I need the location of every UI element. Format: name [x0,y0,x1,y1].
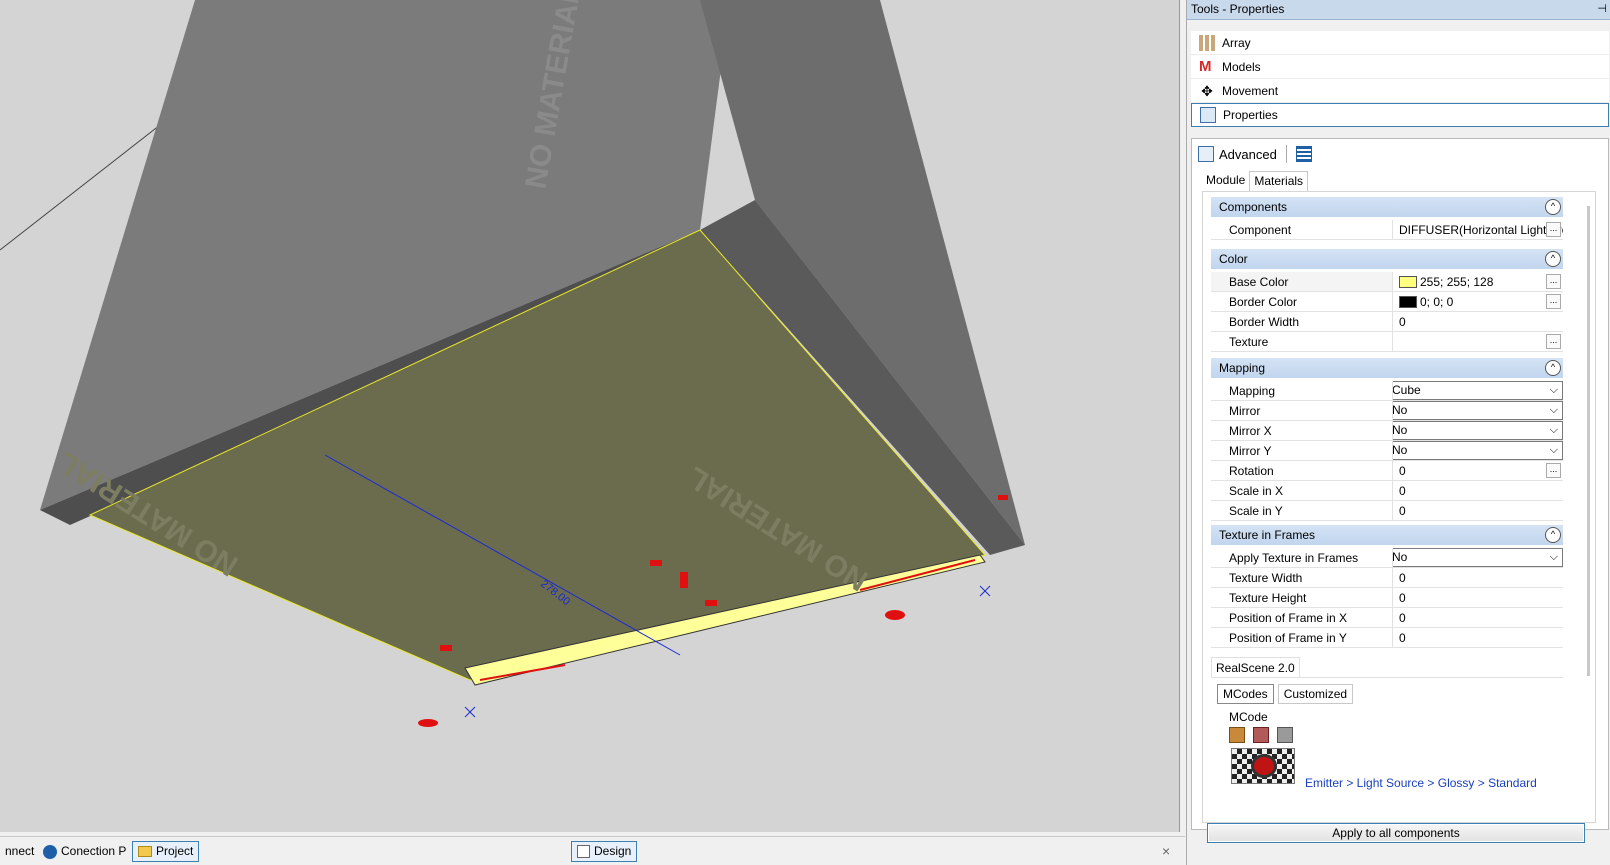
property-row-border-color[interactable]: Border Color 0; 0; 0 ... [1211,292,1563,312]
chevron-down-icon: ⌵ [1549,444,1558,456]
realscene-box: MCodes Customized MCode Emitter > Light … [1211,677,1563,817]
handle-6 [418,719,438,727]
property-row-rotation[interactable]: Rotation 0 ... [1211,461,1563,481]
property-row-frame-x[interactable]: Position of Frame in X 0 [1211,608,1563,628]
toolbar-divider [1285,145,1287,163]
tools-properties-panel: Tools - Properties ⊣ Array M Models ✥ Mo… [1186,0,1610,865]
mcode-toolbar [1229,727,1293,743]
close-icon[interactable]: × [1162,843,1170,859]
mcode-path-link[interactable]: Emitter > Light Source > Glossy > Standa… [1305,776,1537,790]
property-row-border-width[interactable]: Border Width 0 [1211,312,1563,332]
handle-1 [650,560,662,566]
tab-connect[interactable]: nnect [0,841,39,862]
clear-mcode-icon[interactable] [1277,727,1293,743]
scene-canvas[interactable]: 278.00 NO MATERIAL NO MATERIAL NO MATERI… [0,0,1180,832]
property-row-scale-y[interactable]: Scale in Y 0 [1211,501,1563,521]
realscene-tab[interactable]: RealScene 2.0 [1211,657,1300,678]
panel-title-bar: Tools - Properties ⊣ [1187,0,1610,20]
component-value: DIFFUSER(Horizontal Light Profi [1399,223,1563,237]
property-subtabs: Module Materials [1202,171,1309,191]
tab-materials[interactable]: Materials [1249,171,1309,191]
models-icon: M [1199,57,1212,75]
mcode-tabs: MCodes Customized [1217,684,1354,704]
list-view-icon[interactable] [1295,146,1312,162]
ellipsis-button[interactable]: ... [1546,222,1561,237]
connection-icon [43,844,57,859]
mirror-x-select[interactable]: No ⌵ [1393,421,1563,440]
mcode-label: MCode [1229,710,1268,724]
tab-module[interactable]: Module [1202,171,1249,191]
property-row-texture-height[interactable]: Texture Height 0 [1211,588,1563,608]
tab-customized[interactable]: Customized [1277,684,1354,704]
property-row-mapping[interactable]: Mapping Cube ⌵ [1211,381,1563,401]
remove-mcode-icon[interactable] [1253,727,1269,743]
advanced-icon [1198,146,1214,162]
nav-item-properties[interactable]: Properties [1191,103,1609,127]
property-row-mirror-y[interactable]: Mirror Y No ⌵ [1211,441,1563,461]
category-color[interactable]: Color ^ [1211,249,1563,269]
add-mcode-icon[interactable] [1229,727,1245,743]
design-icon [577,845,590,858]
array-icon [1199,34,1215,51]
properties-icon [1200,107,1216,123]
movement-icon: ✥ [1201,82,1213,99]
base-color-swatch [1399,276,1417,288]
category-texture-in-frames[interactable]: Texture in Frames ^ [1211,525,1563,545]
handle-5 [885,610,905,620]
bottom-tab-bar: nnect Conection P Project Design × [0,836,1185,864]
property-row-frame-y[interactable]: Position of Frame in Y 0 [1211,628,1563,648]
nav-item-array[interactable]: Array [1191,31,1609,55]
chevron-down-icon: ⌵ [1549,384,1558,396]
property-grid-container: Components ^ Component DIFFUSER(Horizont… [1202,191,1596,823]
tab-design[interactable]: Design [571,841,638,862]
apply-texture-select[interactable]: No ⌵ [1393,548,1563,567]
chevron-down-icon: ⌵ [1549,404,1558,416]
ellipsis-button[interactable]: ... [1546,334,1561,349]
3d-viewport[interactable]: 278.00 NO MATERIAL NO MATERIAL NO MATERI… [0,0,1180,832]
mirror-y-select[interactable]: No ⌵ [1393,441,1563,460]
panel-title: Tools - Properties [1191,2,1285,16]
folder-icon [138,846,152,857]
mcode-thumbnail[interactable] [1231,748,1295,784]
property-row-apply-texture[interactable]: Apply Texture in Frames No ⌵ [1211,548,1563,568]
collapse-icon[interactable]: ^ [1545,360,1561,376]
vertical-scrollbar[interactable] [1585,196,1593,816]
ellipsis-button[interactable]: ... [1546,294,1561,309]
property-row-base-color[interactable]: Base Color 255; 255; 128 ... [1211,272,1563,292]
tab-mcodes[interactable]: MCodes [1217,684,1274,704]
property-row-component[interactable]: Component DIFFUSER(Horizontal Light Prof… [1211,220,1563,240]
property-row-scale-x[interactable]: Scale in X 0 [1211,481,1563,501]
collapse-icon[interactable]: ^ [1545,199,1561,215]
mapping-select[interactable]: Cube ⌵ [1393,381,1563,400]
tab-connection-p[interactable]: Conection P [38,841,131,862]
border-color-swatch [1399,296,1417,308]
chevron-down-icon: ⌵ [1549,424,1558,436]
property-row-mirror-x[interactable]: Mirror X No ⌵ [1211,421,1563,441]
property-row-mirror[interactable]: Mirror No ⌵ [1211,401,1563,421]
advanced-toolbar: Advanced [1198,143,1312,165]
nav-item-movement[interactable]: ✥ Movement [1191,79,1609,103]
pin-icon[interactable]: ⊣ [1597,0,1607,19]
properties-area: Advanced Module Materials Components ^ C… [1191,138,1609,830]
collapse-icon[interactable]: ^ [1545,527,1561,543]
apply-to-all-button[interactable]: Apply to all components [1207,823,1585,843]
handle-7 [998,495,1008,500]
property-row-texture-width[interactable]: Texture Width 0 [1211,568,1563,588]
advanced-button[interactable]: Advanced [1219,147,1277,162]
category-components[interactable]: Components ^ [1211,197,1563,217]
category-mapping[interactable]: Mapping ^ [1211,358,1563,378]
tab-project[interactable]: Project [132,841,200,862]
ellipsis-button[interactable]: ... [1546,274,1561,289]
collapse-icon[interactable]: ^ [1545,251,1561,267]
property-row-texture[interactable]: Texture ... [1211,332,1563,352]
chevron-down-icon: ⌵ [1549,551,1558,563]
tools-nav-list: Array M Models ✥ Movement Properties [1191,31,1609,127]
ellipsis-button[interactable]: ... [1546,463,1561,478]
handle-3 [440,645,452,651]
handle-4 [705,600,717,606]
nav-item-models[interactable]: M Models [1191,55,1609,79]
property-grid: Components ^ Component DIFFUSER(Horizont… [1211,197,1563,648]
mirror-select[interactable]: No ⌵ [1393,401,1563,420]
handle-2 [680,572,688,588]
